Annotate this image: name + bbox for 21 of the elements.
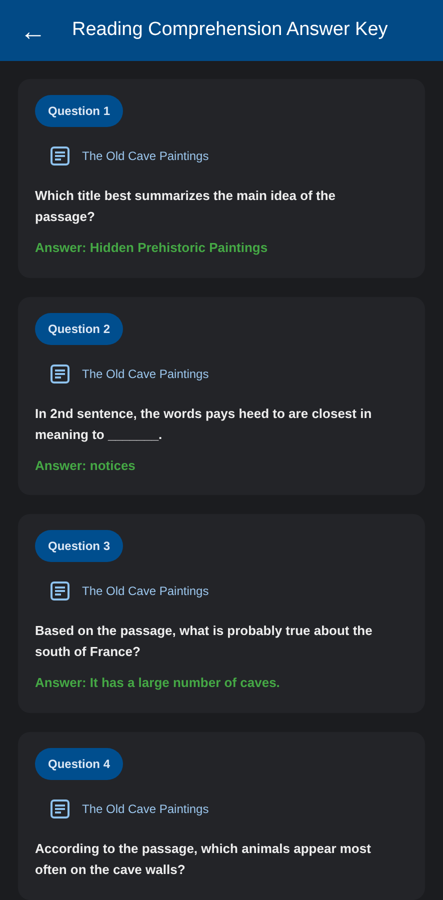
question-badge: Question 1 <box>35 95 124 127</box>
question-badge: Question 4 <box>35 748 124 780</box>
document-icon <box>50 581 70 601</box>
question-text: Based on the passage, what is probably true about the south of France? <box>35 622 374 661</box>
question-text: According to the passage, which animals appear most often on the cave walls? <box>35 840 372 878</box>
screen-title: Reading Comprehension Answer Key <box>72 18 388 42</box>
question-badge: Question 3 <box>35 530 124 562</box>
question-text: In 2nd sentence, the words pays heed to are closest in meaning to _______. <box>35 404 373 444</box>
back-button[interactable]: ← <box>20 18 46 44</box>
passage-title: The Old Cave Paintings <box>82 800 209 818</box>
question-badge: Question 2 <box>35 312 124 344</box>
document-icon <box>50 798 70 818</box>
passage-title: The Old Cave Paintings <box>82 583 209 600</box>
answer-text: Answer: It has a large number of caves. <box>35 674 281 692</box>
answer-text: Answer: notices <box>35 456 136 474</box>
document-icon <box>50 146 70 166</box>
answer-text: Answer: Hidden Prehistoric Paintings <box>35 239 269 257</box>
passage-title: The Old Cave Paintings <box>82 366 209 382</box>
document-icon <box>50 364 70 384</box>
question-text: Which title best summarizes the main idea of the passage? <box>35 187 337 226</box>
passage-title: The Old Cave Paintings <box>82 148 209 165</box>
